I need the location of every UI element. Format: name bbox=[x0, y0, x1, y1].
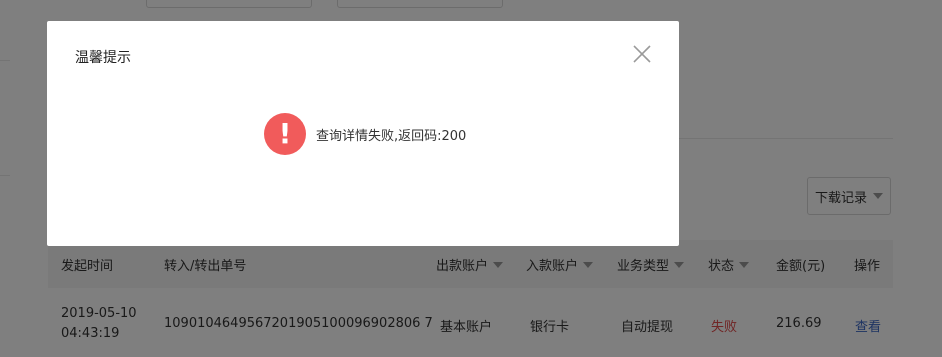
alert-dialog: 温馨提示 ! 查询详情失败,返回码:200 bbox=[47, 21, 679, 246]
close-icon[interactable] bbox=[632, 44, 652, 64]
dialog-message: 查询详情失败,返回码:200 bbox=[316, 129, 467, 144]
exclamation-icon: ! bbox=[264, 113, 306, 155]
dialog-title: 温馨提示 bbox=[75, 50, 131, 66]
